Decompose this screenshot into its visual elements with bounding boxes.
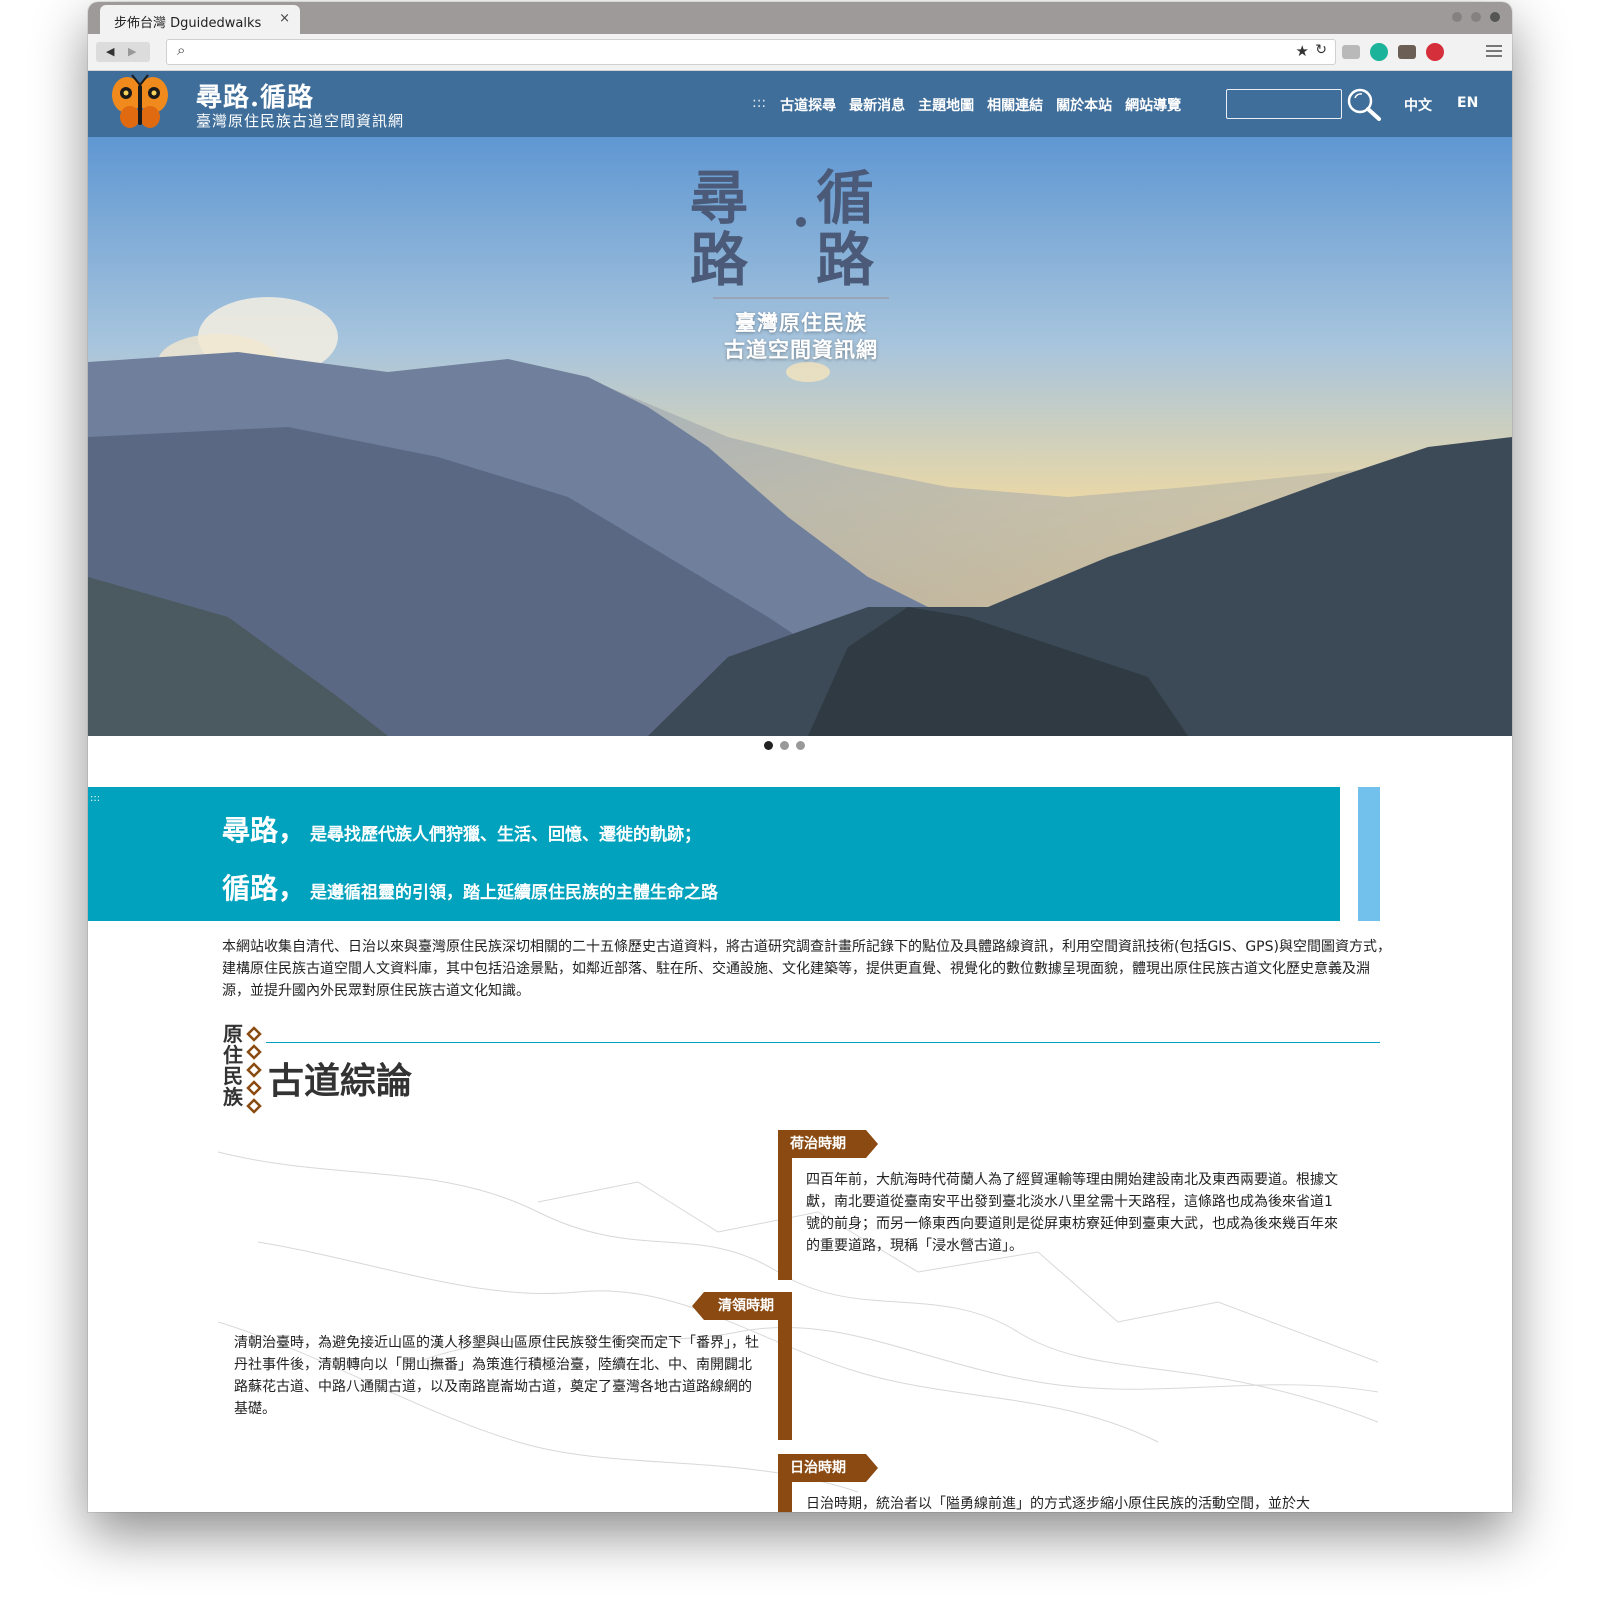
history-buttons: ◀ ▶ [96,42,150,62]
bookmark-star-icon[interactable]: ★ [1296,42,1309,60]
tab-title: 步佈台灣 Dguidedwalks [114,16,262,31]
hero-subtitle-line1: 臺灣原住民族 [735,310,867,335]
section-title: 古道綜論 [268,1060,413,1102]
hero-subtitle-line2: 古道空間資訊網 [724,337,878,362]
forward-button[interactable]: ▶ [128,45,136,58]
search-icon: ⌕ [177,41,186,59]
lang-zh-link[interactable]: 中文 [1404,95,1432,115]
diamond-ornament-icon [246,1026,262,1114]
browser-titlebar: 步佈台灣 Dguidedwalks × [88,2,1512,34]
timeline-text-japanese: 日治時期，統治者以「隘勇線前進」的方式逐步縮小原住民族的活動空間，並於大 [806,1496,1310,1512]
back-button[interactable]: ◀ [106,45,114,58]
nav-item-news[interactable]: 最新消息 [849,95,905,115]
window-controls [1452,12,1500,22]
hero-divider [713,297,889,299]
carousel-dot-2[interactable] [780,741,789,750]
motto-line-2-text: 是遵循祖靈的引領，踏上延續原住民族的主體生命之路 [310,883,719,903]
carousel-dot-3[interactable] [796,741,805,750]
section-rule [266,1042,1380,1043]
timeline-tag-japanese[interactable]: 日治時期 [778,1454,878,1482]
butterfly-logo-icon[interactable] [110,73,170,133]
nav-item-about[interactable]: 關於本站 [1056,95,1112,115]
hero-char-xun2: 循 [815,164,874,232]
motto-banner: ::: 尋路， 是尋找歷代族人們狩獵、生活、回憶、遷徙的軌跡； 循路， 是遵循祖靈的… [88,787,1340,921]
nav-item-theme-maps[interactable]: 主題地圖 [918,95,974,115]
minimize-button[interactable] [1452,12,1462,22]
carousel-dot-1[interactable] [764,741,773,750]
extension-icon[interactable] [1342,45,1360,59]
nav-accesskey[interactable]: ::: [752,95,766,115]
timeline-tag-dutch[interactable]: 荷治時期 [778,1130,878,1158]
hero-dot [796,217,806,227]
timeline-text-qing: 清朝治臺時，為避免接近山區的漢人移墾與山區原住民族發生衝突而定下「番界」，牡丹社… [234,1335,759,1417]
browser-tab[interactable]: 步佈台灣 Dguidedwalks × [100,5,300,34]
hero-char-xun: 尋 [689,164,748,232]
intro-paragraph: 本網站收集自清代、日治以來與臺灣原住民族深切相關的二十五條歷史古道資料，將古道研… [222,939,1391,999]
timeline-text-dutch: 四百年前，大航海時代荷蘭人為了經貿運輸等理由開始建設南北及東西兩要道。根據文獻，… [806,1172,1338,1254]
address-bar[interactable]: ⌕ ★ ↻ [166,39,1336,65]
maximize-button[interactable] [1471,12,1481,22]
browser-menu-icon[interactable] [1486,42,1502,60]
site-title[interactable]: 尋路.循路 [196,77,314,114]
banner-side-accent [1358,787,1380,921]
banner-accesskey[interactable]: ::: [90,793,100,804]
nav-item-sitemap[interactable]: 網站導覽 [1125,95,1181,115]
lang-en-link[interactable]: EN [1457,95,1478,111]
hero-char-lu1: 路 [689,226,748,294]
reload-icon[interactable]: ↻ [1315,42,1327,58]
nav-item-links[interactable]: 相關連結 [987,95,1043,115]
hero-carousel[interactable]: 尋 路 循 路 臺灣原住民族 古道空間資訊網 [88,137,1512,736]
tab-close-icon[interactable]: × [279,11,290,26]
motto-line-2: 循路， 是遵循祖靈的引領，踏上延續原住民族的主體生命之路 [222,867,718,907]
timeline-tag-qing[interactable]: 清領時期 [692,1292,792,1320]
hero-char-lu2: 路 [815,226,874,294]
extension-star-icon[interactable] [1370,43,1388,61]
section-vertical-label: 原住民族 [223,1022,243,1109]
motto-line-2-lead: 循路， [222,872,307,905]
site-subtitle: 臺灣原住民族古道空間資訊網 [196,112,405,130]
extension-record-icon[interactable] [1426,43,1444,61]
site-search-input[interactable] [1226,89,1342,119]
close-window-button[interactable] [1490,12,1500,22]
main-nav: ::: 古道探尋 最新消息 主題地圖 相關連結 關於本站 網站導覽 [752,95,1194,115]
motto-line-1: 尋路， 是尋找歷代族人們狩獵、生活、回憶、遷徙的軌跡； [222,809,701,849]
motto-line-1-lead: 尋路， [222,814,307,847]
site-header: 尋路.循路 臺灣原住民族古道空間資訊網 ::: 古道探尋 最新消息 主題地圖 相… [88,71,1512,137]
carousel-dots [764,741,805,750]
magnifier-icon[interactable] [1346,87,1382,121]
motto-line-1-text: 是尋找歷代族人們狩獵、生活、回憶、遷徙的軌跡； [310,825,702,845]
extension-camera-icon[interactable] [1398,45,1416,59]
browser-toolbar: ◀ ▶ ⌕ ★ ↻ [88,34,1512,71]
browser-window: 步佈台灣 Dguidedwalks × ◀ ▶ ⌕ ★ ↻ 尋路.循路 臺灣原住… [88,2,1512,1512]
nav-item-trail-explore[interactable]: 古道探尋 [780,95,836,115]
